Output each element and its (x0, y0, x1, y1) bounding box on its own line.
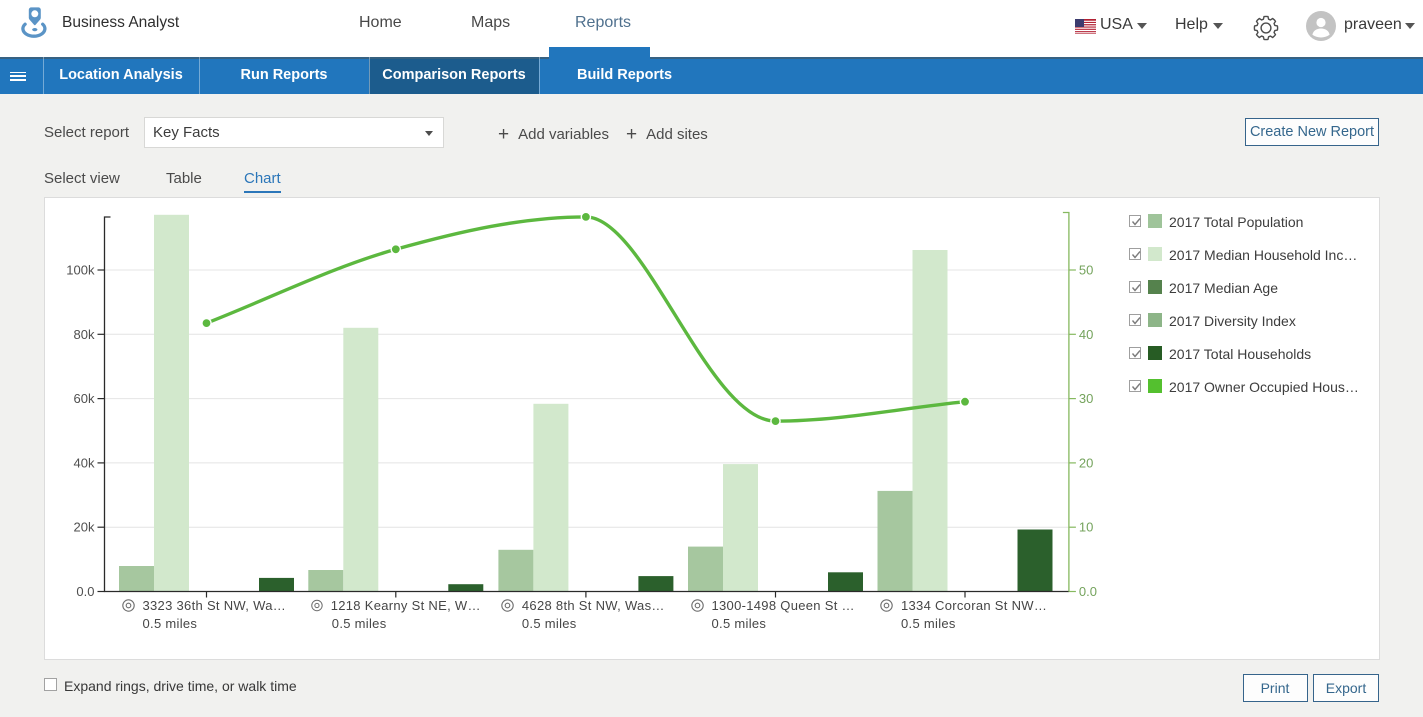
svg-text:20: 20 (1079, 455, 1093, 470)
svg-text:20k: 20k (74, 520, 95, 535)
svg-text:0.0: 0.0 (1079, 584, 1097, 599)
svg-text:100k: 100k (66, 263, 95, 278)
svg-text:10: 10 (1079, 520, 1093, 535)
svg-text:80k: 80k (74, 327, 95, 342)
svg-text:50: 50 (1079, 263, 1093, 278)
svg-text:40k: 40k (74, 455, 95, 470)
svg-text:40: 40 (1079, 327, 1093, 342)
svg-text:60k: 60k (74, 391, 95, 406)
svg-text:0.0: 0.0 (76, 584, 94, 599)
svg-text:30: 30 (1079, 391, 1093, 406)
